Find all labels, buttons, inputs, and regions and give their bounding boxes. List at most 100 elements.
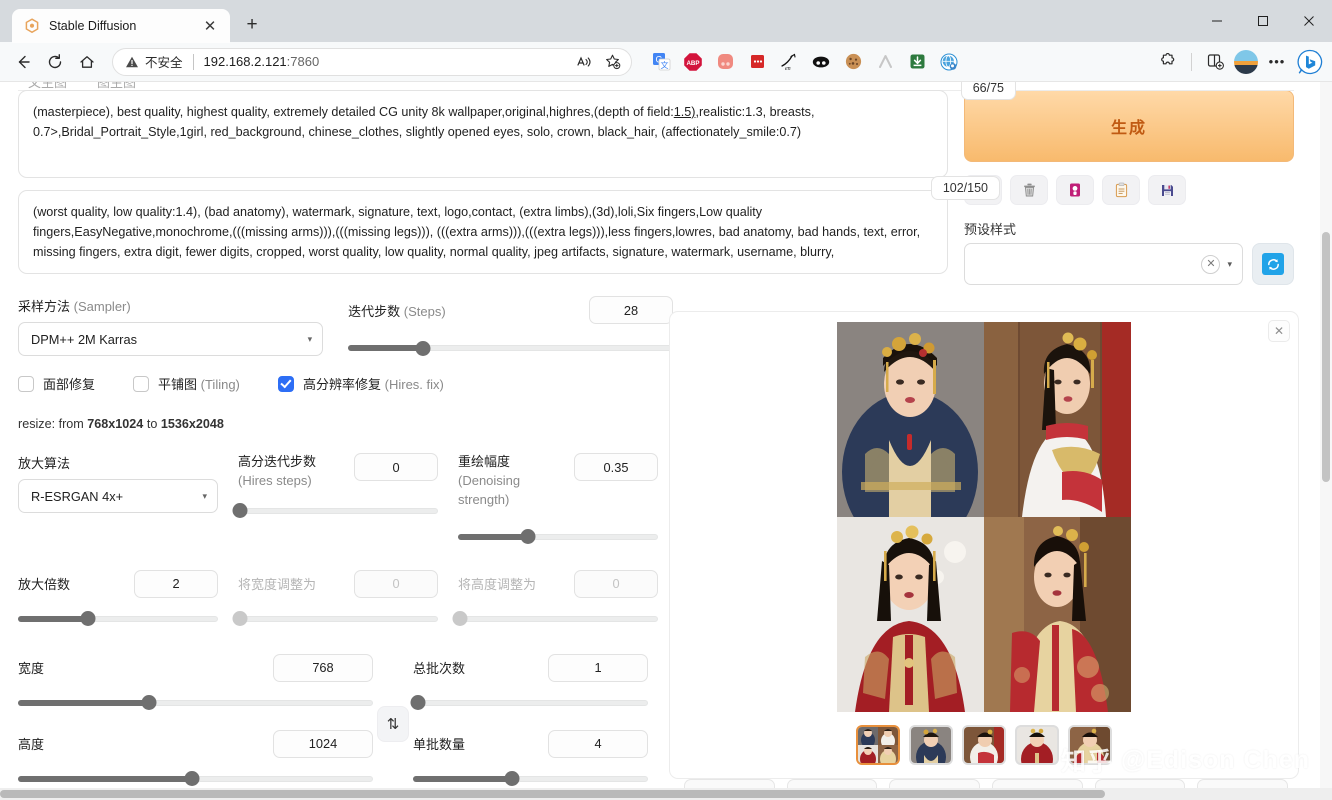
back-button[interactable] [8, 47, 38, 77]
page-horizontal-scrollbar[interactable] [0, 788, 1332, 800]
thumbnail-3[interactable] [1015, 725, 1059, 765]
security-label: 不安全 [145, 56, 183, 70]
batch-size-input[interactable]: 4 [548, 729, 648, 758]
checkbox-box[interactable] [18, 375, 34, 392]
sampler-select[interactable]: DPM++ 2M Karras ▾ [18, 322, 324, 356]
generated-image-grid[interactable] [837, 322, 1131, 712]
more-options-icon[interactable]: ••• [1262, 47, 1292, 77]
refresh-styles-button[interactable] [1252, 243, 1294, 285]
slider-thumb[interactable] [80, 611, 96, 627]
tab-close-icon[interactable]: ✕ [200, 16, 220, 36]
red-dots-extension[interactable] [744, 49, 770, 75]
english-cursive-extension[interactable]: en [776, 49, 802, 75]
bing-copilot-icon[interactable] [1296, 48, 1324, 76]
batch-count-input[interactable]: 1 [548, 653, 648, 682]
maximize-button[interactable] [1240, 0, 1286, 42]
resize-width-input[interactable]: 0 [354, 569, 438, 598]
add-favorite-icon[interactable] [599, 49, 625, 75]
profile-avatar[interactable] [1234, 49, 1258, 74]
thumbnail-1[interactable] [909, 725, 953, 765]
denoising-input[interactable]: 0.35 [574, 453, 658, 481]
download-extension[interactable] [904, 49, 930, 75]
generate-button[interactable]: 生成 [964, 90, 1294, 162]
slider-thumb[interactable] [410, 695, 426, 711]
batch-size-slider[interactable] [413, 771, 648, 787]
page-vertical-scrollbar[interactable] [1320, 82, 1332, 800]
checkbox-box[interactable] [133, 375, 149, 392]
upscaler-select[interactable]: R-ESRGAN 4x+ ▾ [18, 479, 218, 513]
positive-prompt-input[interactable]: (masterpiece), best quality, highest qua… [18, 90, 948, 178]
chevron-down-icon[interactable]: ▾ [1227, 259, 1232, 270]
clear-styles-icon[interactable]: ✕ [1201, 254, 1221, 274]
resize-width-slider[interactable] [232, 611, 438, 627]
globe-search-extension[interactable] [936, 49, 962, 75]
adblock-plus-extension[interactable]: ABP [680, 49, 706, 75]
negative-prompt-input[interactable]: (worst quality, low quality:1.4), (bad a… [18, 190, 948, 274]
resize-height-slider[interactable] [452, 611, 658, 627]
hires-fix-checkbox[interactable]: 高分辨率修复 (Hires. fix) [278, 374, 444, 393]
new-tab-button[interactable]: + [238, 11, 266, 39]
resize-height-input[interactable]: 0 [574, 569, 658, 598]
swap-width-height-button[interactable]: ⇅ [377, 705, 409, 742]
batch-count-slider[interactable] [410, 695, 648, 711]
generated-image-4[interactable] [984, 517, 1131, 712]
address-bar[interactable]: 不安全 192.168.2.121:7860 [112, 47, 632, 76]
clear-prompt-button[interactable] [1010, 175, 1048, 205]
slider-thumb[interactable] [232, 611, 248, 627]
browser-tab-stable-diffusion[interactable]: Stable Diffusion ✕ [12, 9, 230, 43]
checkbox-box[interactable] [278, 375, 294, 392]
upscale-by-slider[interactable] [18, 611, 218, 627]
upscale-by-input[interactable]: 2 [134, 569, 218, 598]
omnibox-divider [192, 53, 194, 70]
home-button[interactable] [72, 47, 102, 77]
thumbnail-4[interactable] [1068, 725, 1112, 765]
generated-image-2[interactable] [984, 322, 1131, 517]
extensions-puzzle-icon[interactable] [1153, 47, 1183, 77]
split-screen-new-icon[interactable] [1200, 47, 1230, 77]
reload-button[interactable] [40, 47, 70, 77]
show-extra-networks-button[interactable] [1056, 175, 1094, 205]
steps-slider[interactable] [348, 340, 673, 356]
apply-style-button[interactable] [1102, 175, 1140, 205]
slider-fill [18, 699, 150, 706]
security-indicator[interactable]: 不安全 [125, 52, 183, 71]
thumbnail-grid[interactable] [856, 725, 900, 765]
steps-value-input[interactable]: 28 [589, 296, 673, 324]
cookie-extension[interactable] [840, 49, 866, 75]
width-slider[interactable] [18, 695, 373, 711]
height-slider[interactable] [18, 771, 373, 787]
minimize-button[interactable] [1194, 0, 1240, 42]
generated-image-3[interactable] [837, 517, 984, 712]
tiling-checkbox[interactable]: 平铺图 (Tiling) [133, 374, 278, 393]
width-input[interactable]: 768 [273, 653, 373, 682]
slider-thumb[interactable] [452, 611, 468, 627]
scrollbar-thumb[interactable] [0, 790, 1105, 798]
pink-squircle-extension[interactable] [712, 49, 738, 75]
svg-text:ABP: ABP [686, 60, 699, 67]
slider-thumb[interactable] [184, 771, 200, 787]
refresh-icon [1262, 253, 1284, 275]
slider-thumb[interactable] [232, 503, 248, 519]
styles-select[interactable]: ✕ ▾ [964, 243, 1243, 285]
denoising-slider[interactable] [458, 529, 658, 545]
slider-thumb[interactable] [504, 771, 520, 787]
slider-thumb[interactable] [415, 340, 431, 356]
thumbnail-2[interactable] [962, 725, 1006, 765]
close-button[interactable] [1286, 0, 1332, 42]
black-eyes-extension[interactable] [808, 49, 834, 75]
read-aloud-icon[interactable] [571, 49, 597, 75]
slider-thumb[interactable] [520, 529, 536, 545]
save-style-button[interactable] [1148, 175, 1186, 205]
hires-steps-slider[interactable] [232, 503, 438, 519]
checkbox-label: 平铺图 (Tiling) [158, 377, 240, 392]
chevron-a-extension[interactable] [872, 49, 898, 75]
upscaler-label: 放大算法 [18, 456, 71, 471]
generated-image-1[interactable] [837, 322, 984, 517]
slider-thumb[interactable] [141, 695, 157, 711]
scrollbar-thumb[interactable] [1322, 232, 1330, 482]
hires-steps-input[interactable]: 0 [354, 453, 438, 481]
height-input[interactable]: 1024 [273, 729, 373, 758]
restore-faces-checkbox[interactable]: 面部修复 [18, 374, 133, 393]
google-translate-extension[interactable]: G文 [648, 49, 674, 75]
close-gallery-button[interactable]: ✕ [1268, 320, 1290, 342]
